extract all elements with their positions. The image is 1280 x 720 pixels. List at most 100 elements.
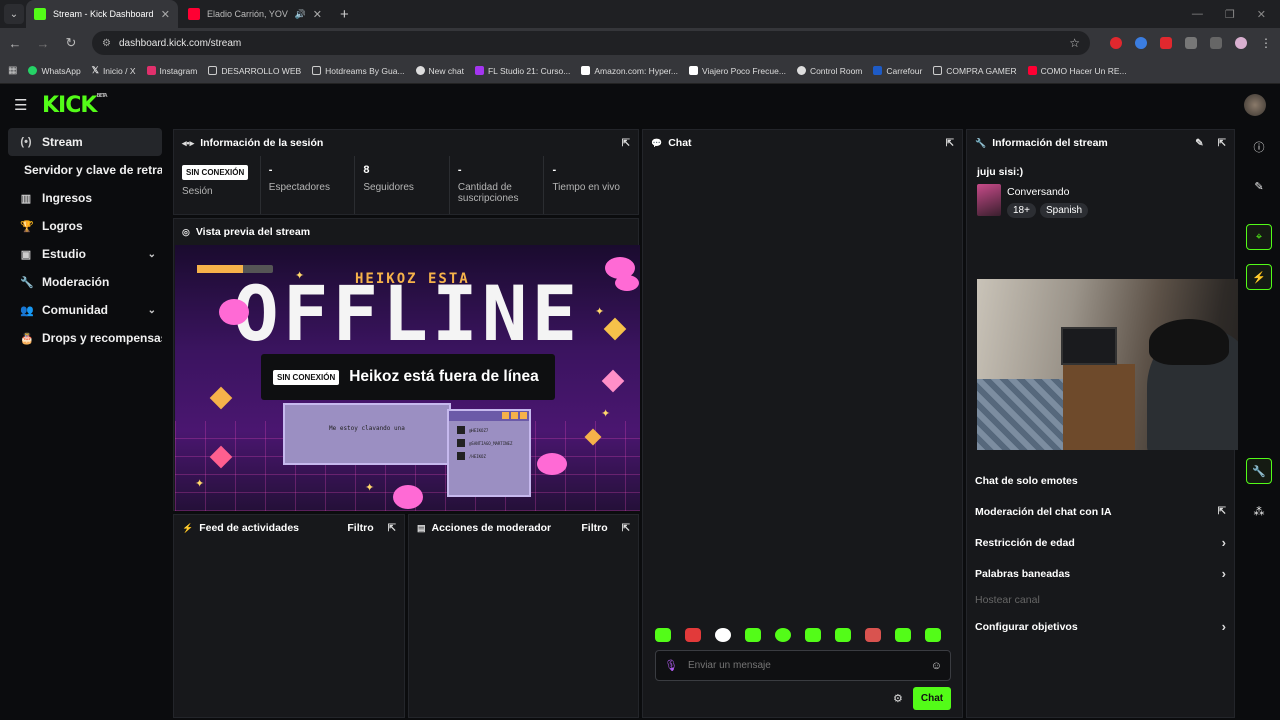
browser-menu-icon[interactable]: ⋮ [1260,37,1272,49]
popout-icon[interactable]: ⇱ [388,523,396,534]
sidebar-item-server-key[interactable]: Servidor y clave de retransmisión [8,156,162,184]
forward-icon[interactable]: → [36,36,50,51]
site-info-icon[interactable]: ⚙ [102,38,111,49]
emote-button[interactable] [835,628,851,642]
emoji-icon[interactable]: ☺ [931,660,942,672]
popout-icon[interactable]: ⇱ [1218,506,1226,517]
extension-icon[interactable] [1110,37,1122,49]
info-icon[interactable]: ⓘ [1246,134,1272,160]
menu-item-emote-only[interactable]: Chat de solo emotes [967,465,1234,496]
edit-pencil-icon[interactable]: ✎ [1195,138,1203,149]
close-tab-icon[interactable]: ✕ [161,8,170,21]
emote-button[interactable] [775,628,791,642]
bookmark-item[interactable]: Carrefour [873,66,922,76]
menu-item-banned-words[interactable]: Palabras baneadas › [967,558,1234,589]
minimize-icon[interactable]: — [1192,8,1203,21]
sidebar-item-comunidad[interactable]: 👥 Comunidad ⌄ [8,296,162,324]
media-control-icon[interactable] [1210,37,1222,49]
stat-viewers: - Espectadores [261,156,356,214]
close-tab-icon[interactable]: ✕ [313,8,322,21]
activity-feed-panel: ⚡ Feed de actividades Filtro ⇱ [173,514,405,718]
microphone-icon[interactable]: 🎙 [664,659,678,672]
menu-item-age-restriction[interactable]: Restricción de edad › [967,527,1234,558]
bookmark-item[interactable]: Viajero Poco Frecue... [688,66,786,76]
extension-icon[interactable] [1160,37,1172,49]
menu-item-label: Hostear canal [975,594,1040,606]
kick-logo[interactable]: KICKBETA [42,93,108,118]
bookmark-item[interactable]: Control Room [796,66,862,76]
extension-icon[interactable] [1135,37,1147,49]
chat-input-box[interactable]: 🎙 ☺ [655,650,951,681]
bookmark-item[interactable]: Hotdreams By Gua... [312,66,405,76]
users-icon: 👥 [20,304,34,317]
wrench-icon[interactable]: 🔧 [1246,458,1272,484]
edit-pencil-icon[interactable]: ✎ [1246,173,1272,199]
reload-icon[interactable]: ↻ [64,35,78,51]
emote-button[interactable] [745,628,761,642]
url-field[interactable]: ⚙ dashboard.kick.com/stream ☆ [92,31,1090,55]
emote-button[interactable] [925,628,941,642]
tag-list: 18+ Spanish [1007,203,1089,218]
new-tab-button[interactable]: + [332,6,357,23]
window-controls: — ❐ ✕ [1192,8,1280,21]
bookmark-item[interactable]: New chat [415,66,464,76]
emote-button[interactable] [685,628,701,642]
tab-youtube[interactable]: Eladio Carrión, YOVNGCHIM 🔊 ✕ [180,0,330,28]
chatgpt-icon [415,66,425,75]
chat-send-button[interactable]: Chat [913,687,951,710]
popout-icon[interactable]: ⇱ [622,138,630,149]
bookmark-item[interactable]: COMPRA GAMER [933,66,1017,76]
lightning-icon[interactable]: ⚡ [1246,264,1272,290]
bookmark-item[interactable]: 𝕏 Inicio / X [92,65,136,76]
stream-preview-panel: ◎ Vista previa del stream HEIKOZ ESTA OF… [173,218,640,511]
bookmark-item[interactable]: Instagram [146,66,197,76]
apps-grid-icon[interactable]: ▦ [8,65,17,76]
audio-playing-icon[interactable]: 🔊 [295,9,306,20]
maximize-icon[interactable]: ❐ [1225,8,1235,21]
nodes-icon[interactable]: ⁂ [1246,498,1272,524]
sidebar-item-moderacion[interactable]: 🔧 Moderación [8,268,162,296]
filter-button[interactable]: Filtro [581,522,607,534]
bookmark-item[interactable]: COMO Hacer Un RE... [1027,66,1127,76]
emote-button[interactable] [865,628,881,642]
bookmark-item[interactable]: DESARROLLO WEB [208,66,301,76]
bookmark-star-icon[interactable]: ☆ [1069,36,1080,50]
sidebar-item-logros[interactable]: 🏆 Logros [8,212,162,240]
filter-button[interactable]: Filtro [347,522,373,534]
focus-frame-icon[interactable]: ⌖ [1246,224,1272,250]
chat-settings-gear-icon[interactable]: ⚙ [893,692,903,705]
bookmark-item[interactable]: WhatsApp [28,66,81,76]
sidebar-item-stream[interactable]: (•) Stream [8,128,162,156]
menu-item-goals[interactable]: Configurar objetivos › [967,611,1234,642]
stat-label: Espectadores [268,182,330,193]
extensions-puzzle-icon[interactable] [1185,37,1197,49]
popout-icon[interactable]: ⇱ [1218,138,1226,149]
emote-button[interactable] [655,628,671,642]
back-icon[interactable]: ← [8,36,22,51]
user-avatar[interactable] [1244,94,1266,116]
emote-button[interactable] [895,628,911,642]
popout-icon[interactable]: ⇱ [946,138,954,149]
tab-kick-dashboard[interactable]: Stream - Kick Dashboard ✕ [26,0,178,28]
trophy-icon: 🏆 [20,220,34,233]
menu-item-ai-moderation[interactable]: Moderación del chat con IA ⇱ [967,496,1234,527]
sidebar-item-drops[interactable]: 🎂 Drops y recompensas [8,324,162,352]
wrench-icon: 🔧 [20,276,34,289]
sidebar-item-ingresos[interactable]: ▥ Ingresos [8,184,162,212]
kick-header: ☰ KICKBETA [0,84,1280,126]
chat-message-input[interactable] [687,660,921,671]
emote-button[interactable] [805,628,821,642]
close-window-icon[interactable]: ✕ [1257,8,1266,21]
tab-search-button[interactable]: ⌄ [4,4,24,24]
category-name: Conversando [1007,186,1070,198]
emote-button[interactable] [715,628,731,642]
bookmark-item[interactable]: Amazon.com: Hyper... [581,66,678,76]
profile-avatar-icon[interactable] [1235,37,1247,49]
bookmark-label: FL Studio 21: Curso... [487,65,571,76]
sparkle-decoration: ✦ [195,478,205,490]
bookmark-item[interactable]: FL Studio 21: Curso... [474,65,571,76]
sidebar-item-estudio[interactable]: ▣ Estudio ⌄ [8,240,162,268]
panel-header: ◂•▸ Información de la sesión ⇱ [174,130,638,156]
hamburger-menu-icon[interactable]: ☰ [14,96,38,114]
popout-icon[interactable]: ⇱ [622,523,630,534]
